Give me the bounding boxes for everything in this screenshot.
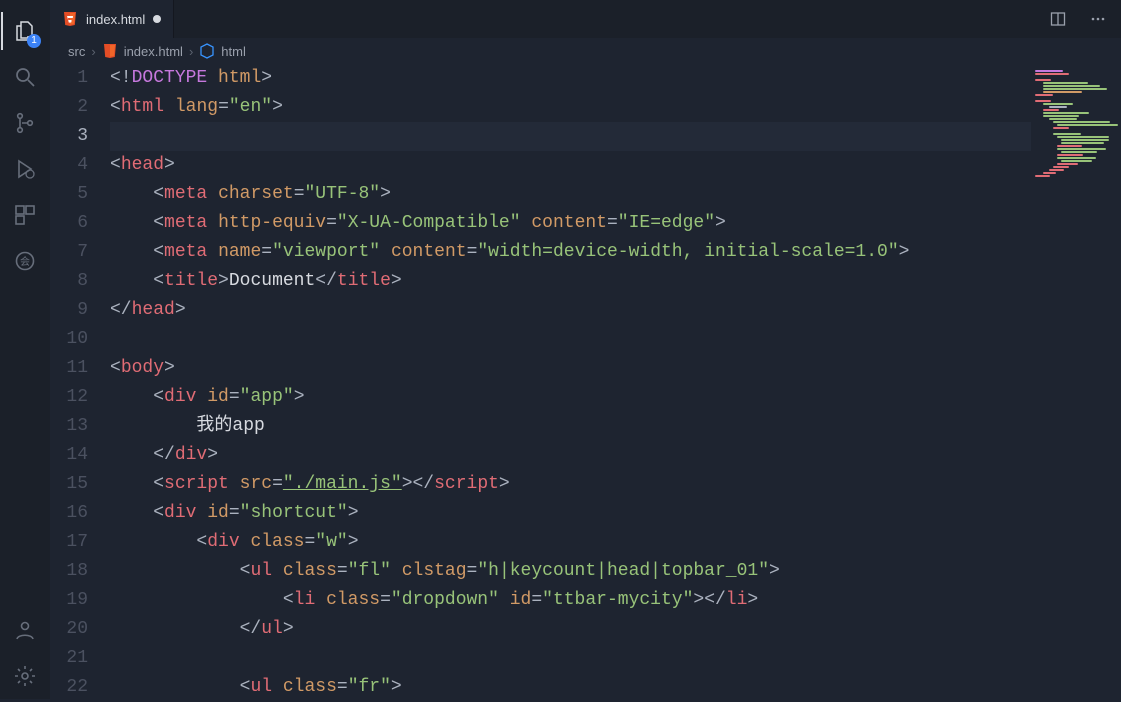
editor-tabs: index.html — [50, 0, 1121, 38]
split-icon — [1050, 11, 1066, 27]
activity-extensions[interactable] — [1, 192, 49, 238]
activity-debug[interactable] — [1, 146, 49, 192]
search-icon — [13, 65, 37, 89]
svg-text:会: 会 — [20, 255, 30, 269]
activity-scm[interactable] — [1, 100, 49, 146]
line-number-gutter: 1 2 3 4 5 6 7 8 9 10 11 12 13 14 15 16 1 — [50, 64, 110, 699]
html5-icon — [102, 43, 118, 59]
activity-search[interactable] — [1, 54, 49, 100]
activity-account[interactable] — [1, 607, 49, 653]
circle-glyph-icon: 会 — [13, 249, 37, 273]
breadcrumb-file[interactable]: index.html — [102, 43, 183, 59]
tab-index-html[interactable]: index.html — [50, 0, 174, 38]
activity-settings[interactable] — [1, 653, 49, 699]
breadcrumb-symbol[interactable]: html — [199, 43, 246, 59]
chevron-right-icon: › — [91, 44, 95, 59]
breadcrumb-symbol-label: html — [221, 44, 246, 59]
more-actions-button[interactable] — [1081, 2, 1115, 36]
explorer-badge: 1 — [27, 34, 41, 48]
split-editor-button[interactable] — [1041, 2, 1075, 36]
run-debug-icon — [13, 157, 37, 181]
symbol-icon — [199, 43, 215, 59]
breadcrumb-file-label: index.html — [124, 44, 183, 59]
activity-explorer[interactable]: 1 — [1, 8, 49, 54]
activity-custom[interactable]: 会 — [1, 238, 49, 284]
code-editor[interactable]: 1 2 3 4 5 6 7 8 9 10 11 12 13 14 15 16 1 — [50, 64, 1031, 699]
minimap[interactable] — [1031, 64, 1121, 699]
dirty-indicator-icon — [153, 15, 161, 23]
breadcrumb: src › index.html › html — [50, 38, 1121, 64]
chevron-right-icon: › — [189, 44, 193, 59]
extensions-icon — [13, 203, 37, 227]
html5-icon — [62, 11, 78, 27]
source-control-icon — [13, 111, 37, 135]
code-content[interactable]: <!DOCTYPE html> <html lang="en"> <head> … — [110, 64, 1031, 699]
activity-bar: 1 会 — [0, 0, 50, 699]
gear-icon — [13, 664, 37, 688]
account-icon — [13, 618, 37, 642]
tab-label: index.html — [86, 12, 145, 27]
breadcrumb-src[interactable]: src — [68, 44, 85, 59]
ellipsis-icon — [1090, 11, 1106, 27]
